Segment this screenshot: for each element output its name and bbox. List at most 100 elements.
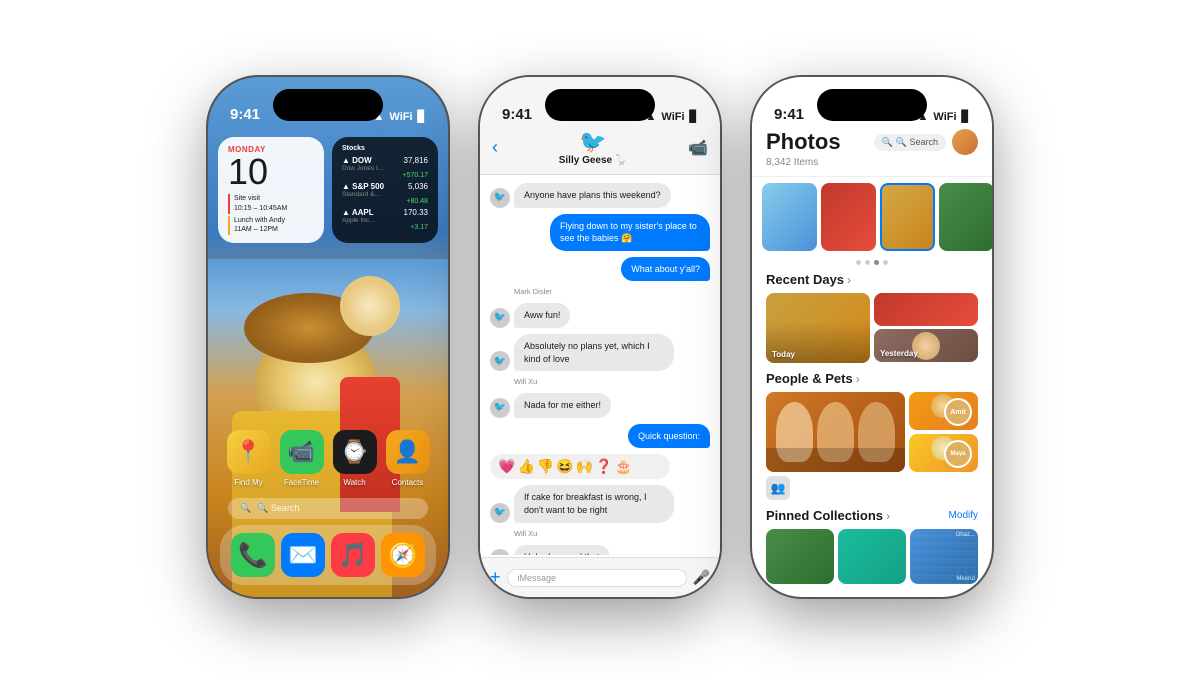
tapback-thumbsup[interactable]: 👍 bbox=[517, 458, 534, 475]
conversation-title: 🐦 Silly Geese 🪿 bbox=[559, 129, 628, 166]
avatar-5: 🐦 bbox=[490, 351, 510, 371]
widget-row: MONDAY 10 Site visit 10:15 – 10:45AM Lun… bbox=[218, 137, 438, 243]
pinned-thumbs: Meerut Ghaz... bbox=[766, 529, 978, 584]
people-grid: Amit Maya bbox=[766, 392, 978, 472]
recent-today-thumb[interactable]: Today bbox=[766, 293, 870, 363]
status-time-3: 9:41 bbox=[774, 106, 804, 123]
people-pets-section: People & Pets › bbox=[752, 367, 992, 504]
photos-carousel bbox=[752, 177, 992, 257]
phone-messages: 9:41 ▲▲▲ WiFi ▊ ‹ 🐦 Silly Geese 🪿 📹 🐦 An… bbox=[480, 77, 720, 597]
photos-content[interactable]: Recent Days › Today bbox=[752, 177, 992, 597]
modify-button[interactable]: Modify bbox=[949, 510, 978, 521]
recent-days-section: Recent Days › Today bbox=[752, 268, 992, 367]
carousel-thumb-3[interactable] bbox=[880, 183, 935, 251]
avatar-10: 🐦 bbox=[490, 549, 510, 555]
message-7: Quick question: bbox=[490, 424, 710, 449]
attachment-button[interactable]: + bbox=[490, 567, 501, 588]
group-name: Silly Geese 🪿 bbox=[559, 155, 628, 166]
dot-1 bbox=[856, 260, 861, 265]
yesterday-label: Yesterday bbox=[880, 349, 918, 358]
tapback-row: 💗 👍 👎 😆 🙌 ❓ 🎂 bbox=[490, 454, 670, 479]
message-4: 🐦 Aww fun! bbox=[490, 303, 710, 328]
people-maya[interactable]: Maya bbox=[909, 434, 978, 472]
calendar-date: 10 bbox=[228, 154, 314, 190]
dot-2 bbox=[865, 260, 870, 265]
app-facetime[interactable]: 📹 FaceTime bbox=[280, 430, 324, 487]
dynamic-island-3 bbox=[817, 89, 927, 121]
tapback-thumbsdown[interactable]: 👎 bbox=[537, 458, 554, 475]
app-watch[interactable]: ⌚ Watch bbox=[333, 430, 377, 487]
photos-header-actions: 🔍 🔍 Search bbox=[874, 129, 978, 155]
spotlight-search[interactable]: 🔍 🔍 Search bbox=[228, 498, 428, 519]
app-findmy[interactable]: 📍 Find My bbox=[227, 430, 271, 487]
imessage-input[interactable]: iMessage bbox=[507, 569, 687, 587]
dot-4 bbox=[883, 260, 888, 265]
people-amit[interactable]: Amit bbox=[909, 392, 978, 430]
bubble-9: If cake for breakfast is wrong, I don't … bbox=[514, 485, 674, 522]
photos-search-button[interactable]: 🔍 🔍 Search bbox=[874, 134, 946, 151]
sender-will: Will Xu bbox=[514, 377, 710, 386]
carousel-thumb-1[interactable] bbox=[762, 183, 817, 251]
dot-3 bbox=[874, 260, 879, 265]
people-pets-arrow: › bbox=[856, 372, 860, 386]
recent-days-arrow: › bbox=[847, 273, 851, 287]
tapback-haha[interactable]: 😆 bbox=[556, 458, 573, 475]
imessage-placeholder: iMessage bbox=[518, 573, 557, 583]
dock-music[interactable]: 🎵 bbox=[331, 533, 375, 577]
people-group-icon: 👥 bbox=[766, 476, 790, 500]
dock-phone[interactable]: 📞 bbox=[231, 533, 275, 577]
recent-days-col2: Yesterday bbox=[874, 293, 978, 363]
pinned-title: Pinned Collections bbox=[766, 508, 883, 523]
pinned-thumb-3[interactable]: Meerut Ghaz... bbox=[910, 529, 978, 584]
status-time-2: 9:41 bbox=[502, 106, 532, 123]
dock-compass[interactable]: 🧭 bbox=[381, 533, 425, 577]
pinned-thumb-2[interactable] bbox=[838, 529, 906, 584]
dock-mail[interactable]: ✉️ bbox=[281, 533, 325, 577]
back-button[interactable]: ‹ bbox=[492, 137, 498, 158]
recent-day-2[interactable] bbox=[874, 293, 978, 326]
messages-screen: 9:41 ▲▲▲ WiFi ▊ ‹ 🐦 Silly Geese 🪿 📹 🐦 An… bbox=[480, 77, 720, 597]
bubble-3: What about y'all? bbox=[621, 257, 710, 282]
message-input-bar: + iMessage 🎤 bbox=[480, 557, 720, 597]
battery-icon: ▊ bbox=[418, 110, 426, 123]
calendar-event2: Lunch with Andy 11AM – 12PM bbox=[228, 216, 314, 236]
battery-icon-3: ▊ bbox=[962, 110, 970, 123]
sender-will-2: Will Xu bbox=[514, 529, 710, 538]
home-screen: 9:41 ▲▲▲ WiFi ▊ MONDAY 10 Site visit 10:… bbox=[208, 77, 448, 597]
carousel-thumb-4[interactable] bbox=[939, 183, 992, 251]
calendar-event1: Site visit 10:15 – 10:45AM bbox=[228, 194, 314, 214]
stock-sp500: ▲ S&P 500 5,036 Standard &... +80.48 bbox=[342, 182, 428, 205]
app-contacts[interactable]: 👤 Contacts bbox=[386, 430, 430, 487]
user-avatar[interactable] bbox=[952, 129, 978, 155]
recent-yesterday-thumb[interactable]: Yesterday bbox=[874, 329, 978, 362]
bubble-7: Quick question: bbox=[628, 424, 710, 449]
message-1: 🐦 Anyone have plans this weekend? bbox=[490, 183, 710, 208]
tapback-exclaim[interactable]: 🙌 bbox=[576, 458, 593, 475]
widget-calendar[interactable]: MONDAY 10 Site visit 10:15 – 10:45AM Lun… bbox=[218, 137, 324, 243]
mic-button[interactable]: 🎤 bbox=[693, 569, 710, 586]
message-2: Flying down to my sister's place to see … bbox=[490, 214, 710, 251]
photos-search-label: 🔍 Search bbox=[896, 137, 938, 148]
today-label: Today bbox=[772, 350, 795, 359]
people-pets-title: People & Pets bbox=[766, 371, 853, 386]
pinned-thumb-1[interactable] bbox=[766, 529, 834, 584]
pinned-arrow: › bbox=[886, 509, 890, 523]
widget-stocks[interactable]: Stocks ▲ DOW 37,816 Dow Jones I... +570.… bbox=[332, 137, 438, 243]
app-grid: 📍 Find My 📹 FaceTime ⌚ Watch 👤 Contacts bbox=[222, 430, 434, 487]
group-avatar: 🐦 bbox=[579, 129, 606, 155]
carousel-thumb-2[interactable] bbox=[821, 183, 876, 251]
people-pets-header: People & Pets › bbox=[766, 371, 978, 386]
tapback-heart[interactable]: 💗 bbox=[498, 458, 515, 475]
search-icon: 🔍 bbox=[240, 503, 251, 514]
bubble-1: Anyone have plans this weekend? bbox=[514, 183, 671, 208]
recent-days-title: Recent Days bbox=[766, 272, 844, 287]
phone-home: 9:41 ▲▲▲ WiFi ▊ MONDAY 10 Site visit 10:… bbox=[208, 77, 448, 597]
message-10: 🐦 Haha I second that bbox=[490, 545, 710, 555]
people-big-thumb[interactable] bbox=[766, 392, 905, 472]
carousel-dots bbox=[752, 257, 992, 268]
sender-mark: Mark Disler bbox=[514, 287, 710, 296]
tapback-question[interactable]: ❓ bbox=[595, 458, 612, 475]
message-3: What about y'all? bbox=[490, 257, 710, 282]
video-call-button[interactable]: 📹 bbox=[688, 138, 708, 158]
tapback-cake[interactable]: 🎂 bbox=[615, 458, 632, 475]
